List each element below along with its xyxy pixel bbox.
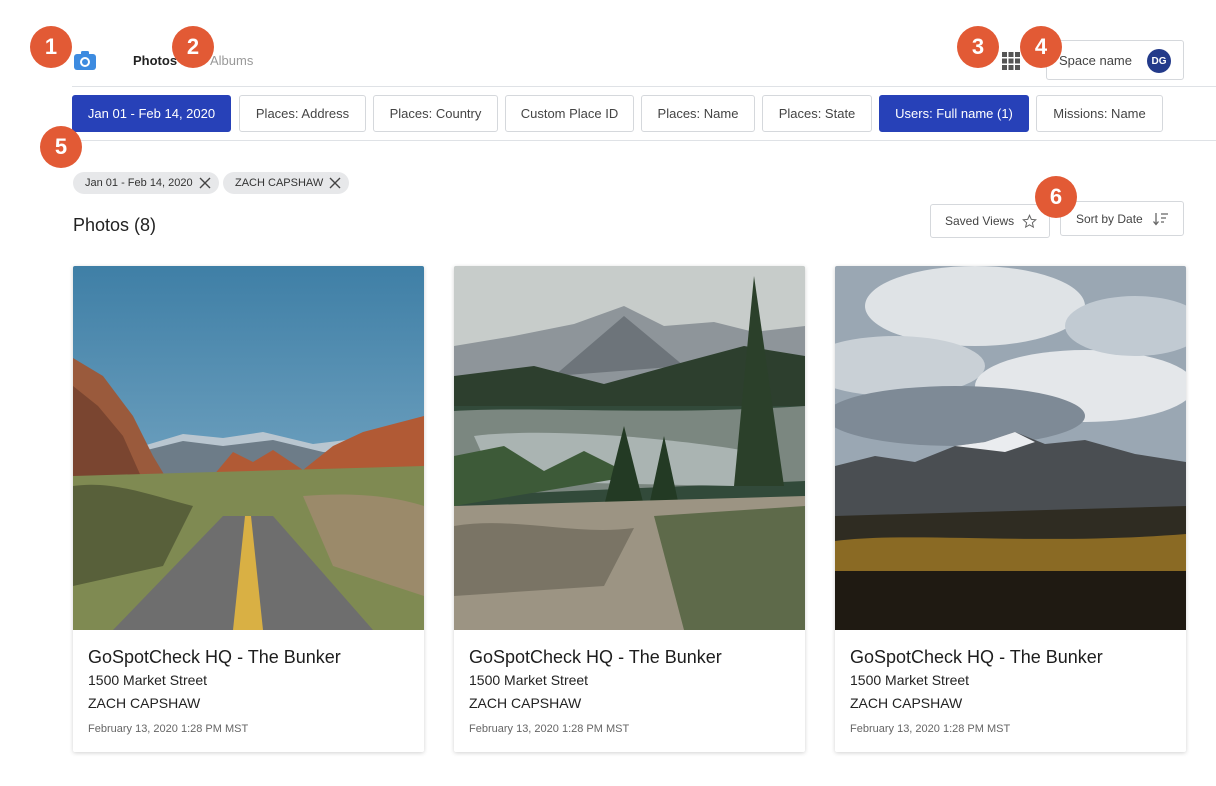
card-title: GoSpotCheck HQ - The Bunker: [88, 647, 341, 667]
filter-places-name[interactable]: Places: Name: [641, 95, 755, 132]
card-user: ZACH CAPSHAW: [469, 695, 582, 711]
filter-divider: [72, 140, 1216, 141]
card-address: 1500 Market Street: [469, 672, 589, 688]
filter-missions-name[interactable]: Missions: Name: [1036, 95, 1163, 132]
saved-views-button[interactable]: Saved Views: [930, 204, 1050, 238]
space-switcher[interactable]: Space name DG: [1046, 40, 1184, 80]
sort-icon: [1153, 213, 1168, 226]
chip-user: ZACH CAPSHAW: [223, 172, 350, 194]
filter-users-full-name[interactable]: Users: Full name (1): [879, 95, 1029, 132]
filter-custom-place-id[interactable]: Custom Place ID: [505, 95, 634, 132]
header-divider: [72, 86, 1216, 87]
photo-card[interactable]: GoSpotCheck HQ - The Bunker 1500 Market …: [454, 266, 805, 752]
chip-date-range: Jan 01 - Feb 14, 2020: [73, 172, 219, 194]
card-user: ZACH CAPSHAW: [850, 695, 963, 711]
card-title: GoSpotCheck HQ - The Bunker: [850, 647, 1103, 667]
marker-3: 3: [957, 26, 999, 68]
photo-card[interactable]: GoSpotCheck HQ - The Bunker 1500 Market …: [835, 266, 1186, 752]
close-icon[interactable]: [329, 177, 341, 189]
camera-icon[interactable]: [73, 49, 97, 73]
marker-1: 1: [30, 26, 72, 68]
marker-4: 4: [1020, 26, 1062, 68]
space-name: Space name: [1059, 52, 1132, 68]
apps-grid-icon[interactable]: [1002, 52, 1020, 70]
card-address: 1500 Market Street: [850, 672, 970, 688]
photo-image[interactable]: [73, 266, 424, 630]
nav-albums[interactable]: Albums: [210, 53, 253, 68]
photo-image[interactable]: [835, 266, 1186, 630]
filter-places-state[interactable]: Places: State: [762, 95, 872, 132]
chip-label: Jan 01 - Feb 14, 2020: [85, 177, 193, 189]
sort-button[interactable]: Sort by Date: [1060, 201, 1184, 236]
star-icon: [1022, 214, 1037, 229]
avatar: DG: [1147, 49, 1171, 73]
close-icon[interactable]: [199, 177, 211, 189]
photo-image[interactable]: [454, 266, 805, 630]
filter-date-range[interactable]: Jan 01 - Feb 14, 2020: [72, 95, 231, 132]
filter-places-country[interactable]: Places: Country: [373, 95, 498, 132]
filter-places-address[interactable]: Places: Address: [239, 95, 366, 132]
card-date: February 13, 2020 1:28 PM MST: [88, 723, 249, 735]
photo-card[interactable]: GoSpotCheck HQ - The Bunker 1500 Market …: [73, 266, 424, 752]
card-user: ZACH CAPSHAW: [88, 695, 201, 711]
sort-label: Sort by Date: [1076, 211, 1143, 226]
card-title: GoSpotCheck HQ - The Bunker: [469, 647, 722, 667]
results-title: Photos (8): [73, 215, 157, 235]
nav-photos[interactable]: Photos: [133, 53, 177, 68]
marker-6: 6: [1035, 176, 1077, 218]
marker-2: 2: [172, 26, 214, 68]
saved-views-label: Saved Views: [945, 214, 1015, 228]
chip-label: ZACH CAPSHAW: [235, 177, 324, 189]
card-address: 1500 Market Street: [88, 672, 208, 688]
card-date: February 13, 2020 1:28 PM MST: [850, 723, 1011, 735]
marker-5: 5: [40, 126, 82, 168]
card-date: February 13, 2020 1:28 PM MST: [469, 723, 630, 735]
